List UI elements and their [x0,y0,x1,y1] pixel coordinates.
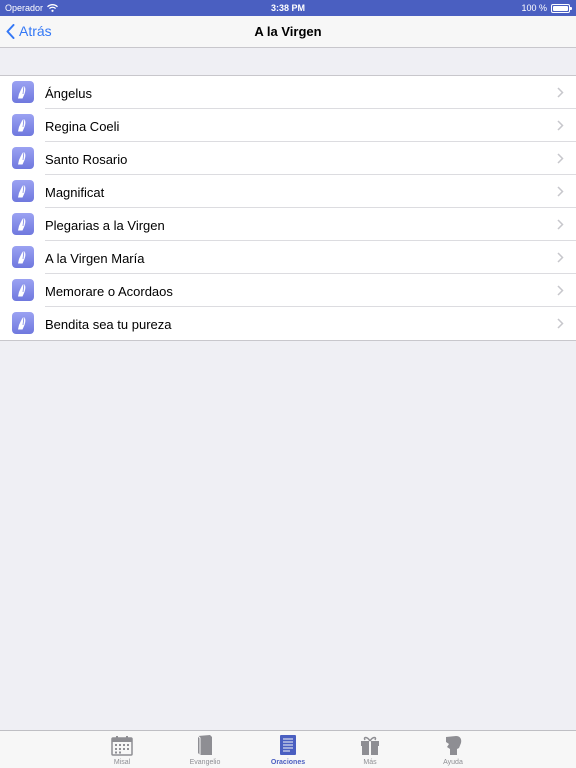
document-icon [280,735,296,755]
praying-hands-icon [12,180,34,202]
tab-mas[interactable]: Más [340,733,400,766]
list-item[interactable]: A la Virgen María [0,241,576,274]
praying-hands-icon [12,213,34,235]
praying-hands-icon [12,114,34,136]
status-bar: Operador 3:38 PM 100 % [0,0,576,16]
list-item[interactable]: Bendita sea tu pureza [0,307,576,340]
praying-hands-icon [12,312,34,334]
list-item-label: Bendita sea tu pureza [45,317,172,332]
tab-label: Más [363,759,377,766]
tab-ayuda[interactable]: Ayuda [423,733,483,766]
chevron-right-icon [557,153,564,164]
list-item[interactable]: Ángelus [0,76,576,109]
page-title: A la Virgen [254,24,322,39]
praying-hands-icon [12,246,34,268]
list-item[interactable]: Magnificat [0,175,576,208]
battery-label: 100 % [521,3,547,13]
list-item-label: Ángelus [45,86,92,101]
tab-oraciones[interactable]: Oraciones [258,733,318,766]
tab-misal[interactable]: Misal [92,733,152,766]
list-item-label: Plegarias a la Virgen [45,218,165,233]
book-icon [197,735,212,755]
chevron-right-icon [557,186,564,197]
battery-icon [551,3,572,13]
tab-evangelio[interactable]: Evangelio [175,733,235,766]
tab-label: Oraciones [270,759,306,766]
tab-label: Ayuda [443,759,463,766]
chevron-right-icon [557,318,564,329]
praying-hands-icon [12,147,34,169]
praying-hands-icon [12,279,34,301]
list-item-label: Regina Coeli [45,119,120,134]
list-item[interactable]: Plegarias a la Virgen [0,208,576,241]
list-item-label: A la Virgen María [45,251,145,266]
navigation-bar: Atrás A la Virgen [0,16,576,48]
chevron-right-icon [557,87,564,98]
list-item[interactable]: Regina Coeli [0,109,576,142]
chevron-right-icon [557,285,564,296]
list-item[interactable]: Memorare o Acordaos [0,274,576,307]
tab-bar: Misal Evangelio Oraciones Más Ayuda [0,730,576,768]
tab-label: Misal [113,759,131,766]
battery-info: 100 % [521,3,572,13]
tab-label: Evangelio [189,759,221,766]
chevron-right-icon [557,120,564,131]
chevron-right-icon [557,219,564,230]
list-item-label: Santo Rosario [45,152,128,167]
list-item[interactable]: Santo Rosario [0,142,576,175]
calendar-icon [111,735,133,756]
gift-icon [361,736,379,755]
list-item-label: Magnificat [45,185,105,200]
help-icon [446,736,462,755]
list-item-label: Memorare o Acordaos [45,284,173,299]
prayer-list: Ángelus Regina Coeli Santo Rosario Magni… [0,75,576,341]
status-time: 3:38 PM [270,3,305,13]
chevron-right-icon [557,252,564,263]
praying-hands-icon [12,81,34,103]
